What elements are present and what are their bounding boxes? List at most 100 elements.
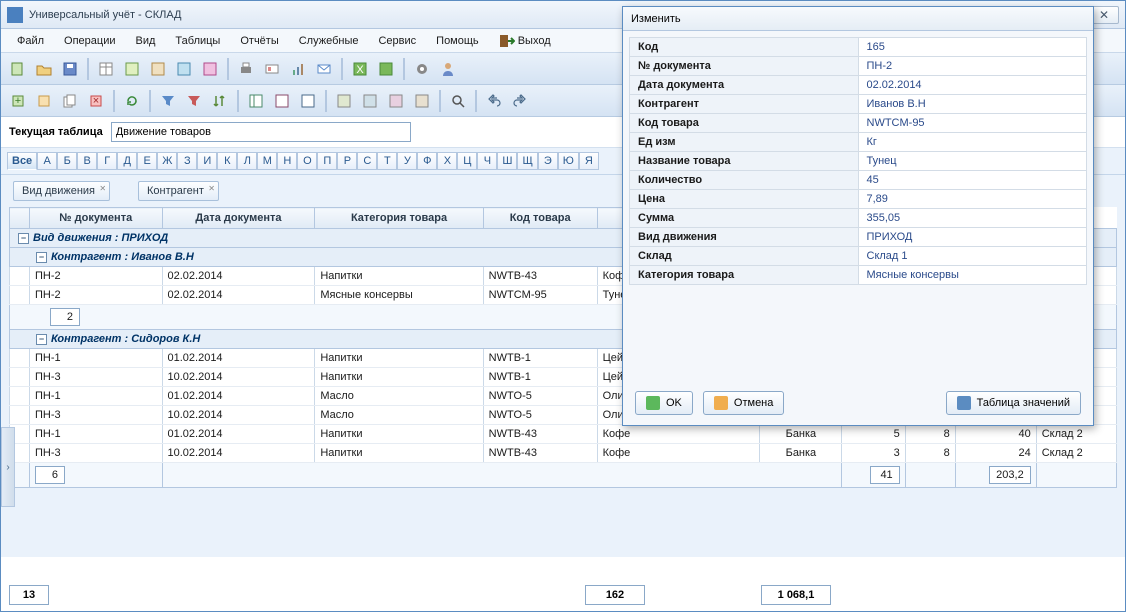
tb2-copy-icon[interactable] xyxy=(59,90,81,112)
tb2-delete-icon[interactable]: × xyxy=(85,90,107,112)
tb2-add-icon[interactable]: + xyxy=(7,90,29,112)
group-counterparty[interactable]: Контрагент xyxy=(138,181,219,201)
menu-service-tables[interactable]: Служебные xyxy=(291,32,367,50)
tb-print-icon[interactable] xyxy=(235,58,257,80)
menu-service[interactable]: Сервис xyxy=(370,32,424,50)
table-values-button[interactable]: Таблица значений xyxy=(946,391,1081,415)
col-code[interactable]: Код товара xyxy=(483,208,597,229)
tb2-grid3-icon[interactable] xyxy=(385,90,407,112)
alpha-tab-А[interactable]: А xyxy=(37,152,57,170)
tb-table1-icon[interactable] xyxy=(95,58,117,80)
tb2-sort-icon[interactable] xyxy=(209,90,231,112)
side-panel-toggle[interactable]: › xyxy=(1,427,15,507)
menu-operations[interactable]: Операции xyxy=(56,32,123,50)
tb-table4-icon[interactable] xyxy=(173,58,195,80)
prop-value[interactable]: 02.02.2014 xyxy=(858,76,1087,95)
tb2-grid4-icon[interactable] xyxy=(411,90,433,112)
alpha-tab-О[interactable]: О xyxy=(297,152,317,170)
alpha-tab-Р[interactable]: Р xyxy=(337,152,357,170)
ok-button[interactable]: OK xyxy=(635,391,693,415)
alpha-tab-Ч[interactable]: Ч xyxy=(477,152,497,170)
tb-export2-icon[interactable] xyxy=(375,58,397,80)
tb-chart-icon[interactable] xyxy=(287,58,309,80)
alpha-tab-В[interactable]: В xyxy=(77,152,97,170)
alpha-tab-Л[interactable]: Л xyxy=(237,152,257,170)
tb-table2-icon[interactable] xyxy=(121,58,143,80)
alpha-tab-С[interactable]: С xyxy=(357,152,377,170)
tb2-refresh-icon[interactable] xyxy=(121,90,143,112)
tb-gear-icon[interactable] xyxy=(411,58,433,80)
tb2-grid2-icon[interactable] xyxy=(359,90,381,112)
alpha-tab-Г[interactable]: Г xyxy=(97,152,117,170)
prop-value[interactable]: ПН-2 xyxy=(858,57,1087,76)
alpha-tab-Ц[interactable]: Ц xyxy=(457,152,477,170)
menu-file[interactable]: Файл xyxy=(9,32,52,50)
alpha-tab-Ш[interactable]: Ш xyxy=(497,152,517,170)
prop-value[interactable]: 165 xyxy=(858,38,1087,57)
tb2-col1-icon[interactable] xyxy=(245,90,267,112)
alpha-tab-Все[interactable]: Все xyxy=(7,152,37,170)
tb-user-icon[interactable] xyxy=(437,58,459,80)
alpha-tab-И[interactable]: И xyxy=(197,152,217,170)
tb2-edit-icon[interactable] xyxy=(33,90,55,112)
col-date[interactable]: Дата документа xyxy=(162,208,315,229)
alpha-tab-П[interactable]: П xyxy=(317,152,337,170)
group-move-type[interactable]: Вид движения xyxy=(13,181,110,201)
alpha-tab-Ж[interactable]: Ж xyxy=(157,152,177,170)
prop-value[interactable]: ПРИХОД xyxy=(858,228,1087,247)
tb2-search-icon[interactable] xyxy=(447,90,469,112)
alpha-tab-Х[interactable]: Х xyxy=(437,152,457,170)
prop-value[interactable]: 45 xyxy=(858,171,1087,190)
prop-value[interactable]: Иванов В.Н xyxy=(858,95,1087,114)
alpha-tab-К[interactable]: К xyxy=(217,152,237,170)
tb-new-icon[interactable] xyxy=(7,58,29,80)
tb2-undo-icon[interactable] xyxy=(483,90,505,112)
alpha-tab-Е[interactable]: Е xyxy=(137,152,157,170)
prop-value[interactable]: 7,89 xyxy=(858,190,1087,209)
alpha-tab-М[interactable]: М xyxy=(257,152,277,170)
alpha-tab-Д[interactable]: Д xyxy=(117,152,137,170)
prop-value[interactable]: Мясные консервы xyxy=(858,266,1087,285)
tb2-col2-icon[interactable] xyxy=(271,90,293,112)
alpha-tab-Э[interactable]: Э xyxy=(538,152,558,170)
footer-sum: 1 068,1 xyxy=(761,585,831,605)
tb-export1-icon[interactable]: X xyxy=(349,58,371,80)
tb2-grid1-icon[interactable] xyxy=(333,90,355,112)
tb-open-icon[interactable] xyxy=(33,58,55,80)
tb2-col3-icon[interactable] xyxy=(297,90,319,112)
col-doc[interactable]: № документа xyxy=(30,208,163,229)
menu-view[interactable]: Вид xyxy=(128,32,164,50)
tb2-redo-icon[interactable] xyxy=(509,90,531,112)
alpha-tab-Ф[interactable]: Ф xyxy=(417,152,437,170)
menu-exit[interactable]: Выход xyxy=(491,30,559,52)
menu-tables[interactable]: Таблицы xyxy=(167,32,228,50)
tb2-filterclear-icon[interactable] xyxy=(183,90,205,112)
prop-value[interactable]: 355,05 xyxy=(858,209,1087,228)
alpha-tab-З[interactable]: З xyxy=(177,152,197,170)
tb2-filter-icon[interactable] xyxy=(157,90,179,112)
alpha-tab-У[interactable]: У xyxy=(397,152,417,170)
alpha-tab-Щ[interactable]: Щ xyxy=(517,152,537,170)
alpha-tab-Я[interactable]: Я xyxy=(579,152,599,170)
tb-table5-icon[interactable] xyxy=(199,58,221,80)
tb-table3-icon[interactable] xyxy=(147,58,169,80)
current-table-input[interactable] xyxy=(111,122,411,142)
alpha-tab-Т[interactable]: Т xyxy=(377,152,397,170)
col-category[interactable]: Категория товара xyxy=(315,208,483,229)
alpha-tab-Н[interactable]: Н xyxy=(277,152,297,170)
alpha-tab-Б[interactable]: Б xyxy=(57,152,77,170)
tb-mail-icon[interactable] xyxy=(313,58,335,80)
menu-help[interactable]: Помощь xyxy=(428,32,487,50)
menu-reports[interactable]: Отчёты xyxy=(232,32,286,50)
table-row[interactable]: ПН-101.02.2014НапиткиNWTB-43КофеБанка584… xyxy=(10,425,1117,444)
cancel-button[interactable]: Отмена xyxy=(703,391,784,415)
dialog-title-bar[interactable]: Изменить xyxy=(623,7,1093,31)
alpha-tab-Ю[interactable]: Ю xyxy=(558,152,579,170)
prop-value[interactable]: NWTCM-95 xyxy=(858,114,1087,133)
table-row[interactable]: ПН-310.02.2014НапиткиNWTB-43КофеБанка382… xyxy=(10,444,1117,463)
prop-value[interactable]: Кг xyxy=(858,133,1087,152)
prop-value[interactable]: Тунец xyxy=(858,152,1087,171)
tb-save-icon[interactable] xyxy=(59,58,81,80)
prop-value[interactable]: Склад 1 xyxy=(858,247,1087,266)
tb-card-icon[interactable] xyxy=(261,58,283,80)
